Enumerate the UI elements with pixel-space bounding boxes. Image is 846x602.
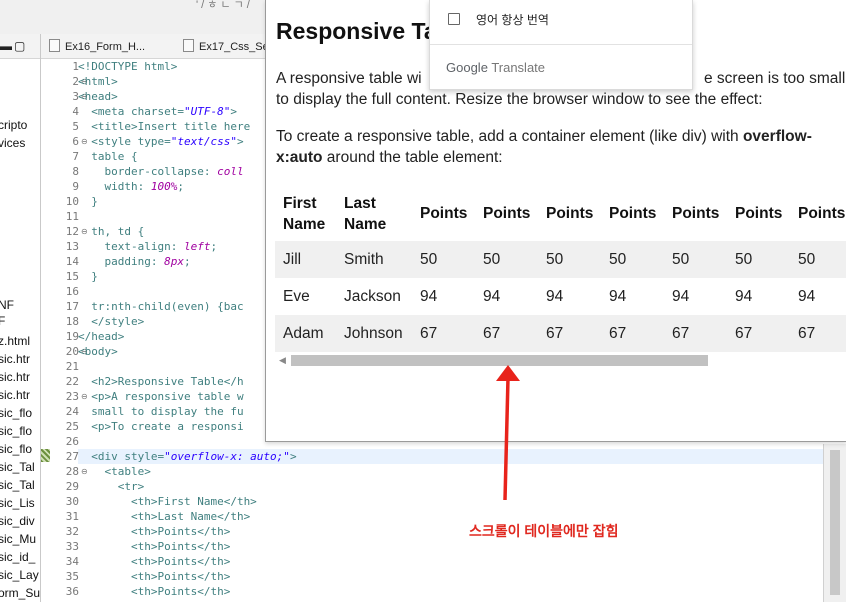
annotation-text: 스크롤이 테이블에만 잡힘 <box>469 523 619 539</box>
annotation-arrow <box>496 365 520 501</box>
arrow-head <box>496 365 520 381</box>
arrow-shaft <box>503 377 510 501</box>
